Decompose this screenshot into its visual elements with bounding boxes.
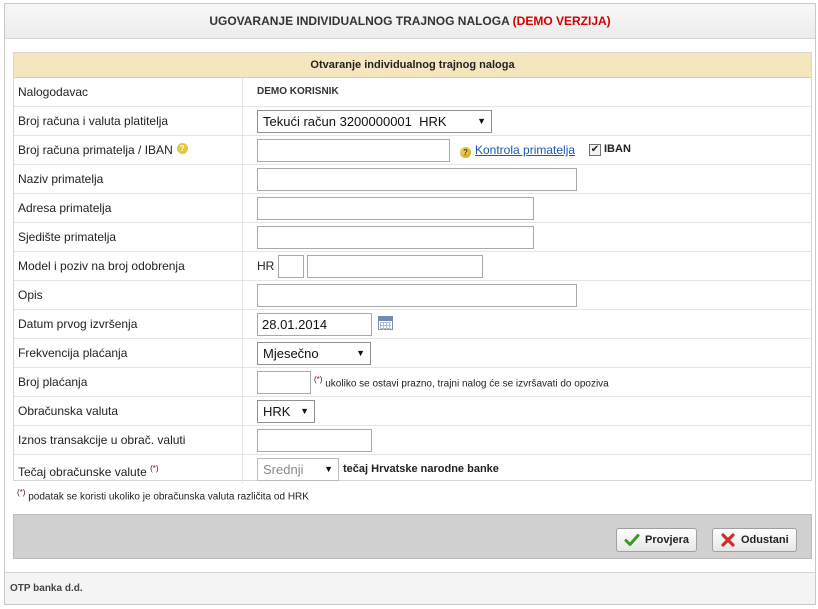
model-input[interactable] [278,255,304,278]
exchange-rate-selected: Srednji [263,462,304,477]
exchange-rate-note: tečaj Hrvatske narodne banke [343,463,499,475]
label-nalogodavac: Nalogodavac [18,78,243,106]
footnote: (*) podatak se koristi ukoliko je obraču… [17,488,309,502]
row-datum: Datum prvog izvršenja 28.01.2014 [14,310,811,339]
recipient-address-input[interactable] [257,197,534,220]
provjera-button[interactable]: Provjera [616,528,698,552]
iban-label: IBAN [604,143,631,155]
footer: OTP banka d.d. [5,572,815,604]
label-tecaj-text: Tečaj obračunske valute [18,465,147,479]
label-tecaj: Tečaj obračunske valute (*) [18,455,243,483]
payment-count-hint: (*) ukoliko se ostavi prazno, trajni nal… [314,375,609,389]
value-nalogodavac: DEMO KORISNIK [257,86,339,97]
frequency-select[interactable]: Mjesečno ▼ [257,342,371,365]
check-icon [624,534,640,546]
label-naziv: Naziv primatelja [18,165,243,193]
standing-order-form: Otvaranje individualnog trajnog naloga N… [13,52,812,484]
exchange-rate-select: Srednji ▼ [257,458,339,481]
settlement-currency-selected: HRK [263,404,291,419]
row-opis: Opis [14,281,811,310]
recipient-seat-input[interactable] [257,226,534,249]
settlement-currency-select[interactable]: HRK ▼ [257,400,315,423]
label-iznos: Iznos transakcije u obrač. valuti [18,426,243,454]
label-model: Model i poziv na broj odobrenja [18,252,243,280]
row-tecaj: Tečaj obračunske valute (*) Srednji ▼ te… [14,455,811,484]
form-header: Otvaranje individualnog trajnog naloga [14,53,811,78]
payer-account-select[interactable]: Tekući račun 3200000001 HRK ▼ [257,110,492,133]
row-nalogodavac: Nalogodavac DEMO KORISNIK [14,78,811,107]
model-prefix: HR [257,259,275,273]
label-sjediste: Sjedište primatelja [18,223,243,251]
calendar-icon[interactable] [378,316,393,330]
label-racun-platitelja: Broj računa i valuta platitelja [18,107,243,135]
payment-count-hint-text: ukoliko se ostavi prazno, trajni nalog ć… [325,378,609,390]
page-title: UGOVARANJE INDIVIDUALNOG TRAJNOG NALOGA … [5,4,815,39]
required-mark: (*) [17,488,26,497]
action-bar: Provjera Odustani [13,514,812,559]
odustani-button[interactable]: Odustani [712,528,797,552]
reference-number-input[interactable] [307,255,483,278]
row-model: Model i poziv na broj odobrenja HR [14,252,811,281]
row-naziv: Naziv primatelja [14,165,811,194]
kontrola-icon[interactable]: ? [460,147,471,158]
close-icon [721,533,735,547]
help-icon[interactable]: ? [176,143,188,154]
iban-checkbox[interactable]: ✔ [589,144,601,156]
chevron-down-icon: ▼ [324,464,333,474]
amount-input[interactable] [257,429,372,452]
row-racun-platitelja: Broj računa i valuta platitelja Tekući r… [14,107,811,136]
label-opis: Opis [18,281,243,309]
row-broj-placanja: Broj plaćanja (*) ukoliko se ostavi praz… [14,368,811,397]
label-frekvencija: Frekvencija plaćanja [18,339,243,367]
required-mark: (*) [150,464,159,473]
description-input[interactable] [257,284,577,307]
label-obracunska-valuta: Obračunska valuta [18,397,243,425]
first-execution-date-input[interactable]: 28.01.2014 [257,313,372,336]
title-demo-badge: (DEMO VERZIJA) [512,14,611,28]
row-sjediste: Sjedište primatelja [14,223,811,252]
row-adresa: Adresa primatelja [14,194,811,223]
row-obracunska-valuta: Obračunska valuta HRK ▼ [14,397,811,426]
provjera-label: Provjera [645,534,690,546]
label-adresa: Adresa primatelja [18,194,243,222]
recipient-name-input[interactable] [257,168,577,191]
payer-account-selected: Tekući račun 3200000001 HRK [263,114,447,129]
frequency-selected: Mjesečno [263,346,319,361]
chevron-down-icon: ▼ [477,116,486,126]
row-frekvencija: Frekvencija plaćanja Mjesečno ▼ [14,339,811,368]
recipient-account-input[interactable] [257,139,450,162]
row-iznos: Iznos transakcije u obrač. valuti [14,426,811,455]
payment-count-input[interactable] [257,371,311,394]
chevron-down-icon: ▼ [300,406,309,416]
footnote-text: podatak se koristi ukoliko je obračunska… [28,491,309,503]
required-mark: (*) [314,375,323,384]
label-datum: Datum prvog izvršenja [18,310,243,338]
label-racun-primatelja: Broj računa primatelja / IBAN? [18,136,243,164]
title-main: UGOVARANJE INDIVIDUALNOG TRAJNOG NALOGA [209,14,510,28]
page-frame: UGOVARANJE INDIVIDUALNOG TRAJNOG NALOGA … [4,3,816,605]
row-racun-primatelja: Broj računa primatelja / IBAN? ? Kontrol… [14,136,811,165]
label-broj-placanja: Broj plaćanja [18,368,243,396]
kontrola-primatelja-link[interactable]: Kontrola primatelja [475,143,575,157]
label-racun-primatelja-text: Broj računa primatelja / IBAN [18,143,173,157]
chevron-down-icon: ▼ [356,348,365,358]
odustani-label: Odustani [741,534,789,546]
